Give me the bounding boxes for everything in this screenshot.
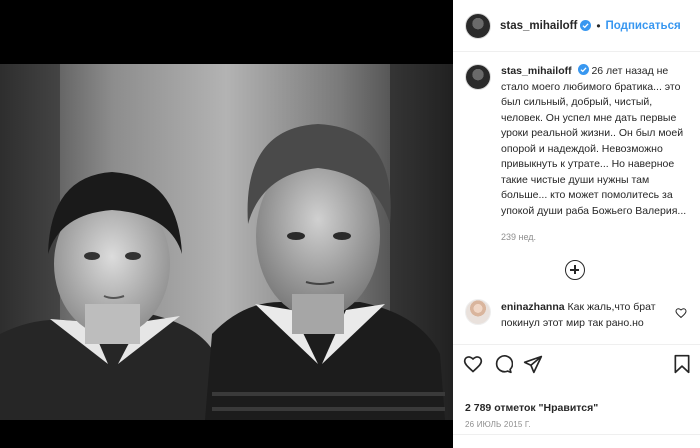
add-comment-bar [453,434,700,448]
separator-dot: • [596,18,601,33]
comment-icon[interactable] [493,354,513,374]
comment-item: eninazhanna Как жаль,что брат покинул эт… [465,299,693,331]
post-sidebar: stas_mihailoff • Подписаться stas_mihail… [453,0,700,448]
black-and-white-photo-two-brothers [0,64,453,420]
post-actions-bar [453,344,700,384]
caption-username[interactable]: stas_mihailoff [501,65,572,77]
comments-area[interactable]: stas_mihailoff 26 лет назад не стало мое… [453,52,700,344]
post-date: 26 ИЮЛЬ 2015 Г. [465,420,531,429]
post-header: stas_mihailoff • Подписаться [453,0,700,52]
post-media-pane [0,0,453,448]
caption-text: 26 лет назад не стало моего любимого бра… [501,65,687,217]
commenter-username[interactable]: eninazhanna [501,301,565,313]
follow-button[interactable]: Подписаться [606,20,681,32]
share-icon[interactable] [523,354,543,374]
heart-icon[interactable] [463,354,483,374]
post-caption: stas_mihailoff 26 лет назад не стало мое… [465,64,693,219]
post-photo[interactable] [0,64,453,420]
caption-author-avatar[interactable] [465,64,491,90]
verified-badge-icon [580,20,592,31]
comment-like-icon[interactable] [675,307,687,319]
commenter-avatar[interactable] [465,299,491,325]
likes-count[interactable]: 2 789 отметок "Нравится" [465,402,598,414]
bookmark-icon[interactable] [672,354,692,374]
author-username[interactable]: stas_mihailoff [500,20,577,32]
author-avatar[interactable] [465,12,491,39]
verified-badge-icon [577,64,589,75]
post-age[interactable]: 239 нед. [501,232,536,242]
load-more-comments-button[interactable] [565,260,585,280]
